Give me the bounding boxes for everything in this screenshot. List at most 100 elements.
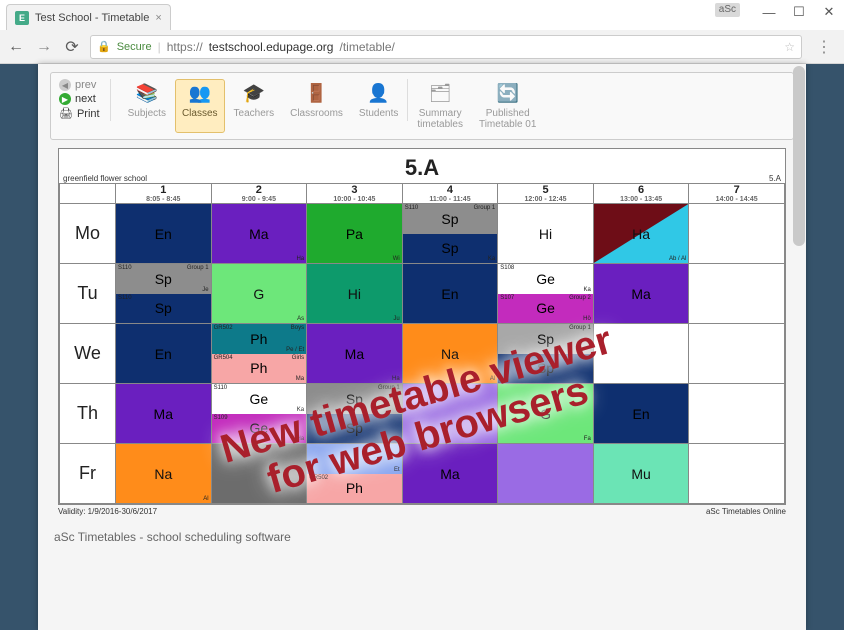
day-th: Th [60,384,116,444]
tab-close-icon[interactable]: × [155,12,161,24]
mo-3[interactable]: PaWi [307,204,403,264]
toolbar-item-published[interactable]: 🔄Published Timetable 01 [472,79,543,133]
tu-1[interactable]: S110Group 1SpJe S110Sp [116,264,212,324]
tu-6[interactable]: Ma [593,264,689,324]
we-4[interactable]: NaAl [402,324,498,384]
prev-button[interactable]: ◀ prev [59,79,100,91]
mo-7 [689,204,785,264]
brand-text: aSc Timetables Online [706,507,786,516]
print-icon: 🖨 [59,107,73,120]
toolbar-item-students[interactable]: 👤Students [352,79,405,133]
toolbar-item-classrooms[interactable]: 🚪Classrooms [283,79,350,133]
summary-icon: 🗂 [428,82,452,106]
row-mo: Mo En MaHa PaWi Group 1S110Sp SpKa Hi Ha… [60,204,785,264]
period-5-head: 512:00 - 12:45 [498,184,594,204]
next-button[interactable]: ▶ next [59,93,100,105]
classes-icon: 👥 [188,82,212,106]
address-bar: ← → ⟳ 🔒 Secure | https://testschool.edup… [0,30,844,64]
row-we: We En GR502BoysPhPe / Et GR504GirlsPhMa … [60,324,785,384]
bookmark-icon[interactable]: ☆ [784,40,795,54]
footer-note: aSc Timetables - school scheduling softw… [54,530,790,544]
school-name: greenfield flower school [63,174,147,183]
fr-3[interactable]: Et GR502Ph [307,444,403,504]
mo-2[interactable]: MaHa [211,204,307,264]
timetable-grid: 18:05 - 8:45 29:00 - 9:45 310:00 - 10:45… [59,183,785,504]
url-host: testschool.edupage.org [209,40,334,54]
timetable-title: 5.A [405,155,439,180]
forward-button[interactable]: → [34,38,54,56]
fr-1[interactable]: NaAl [116,444,212,504]
we-7 [689,324,785,384]
fr-4[interactable]: Ma [402,444,498,504]
we-5[interactable]: Group 1Sp Sp [498,324,594,384]
timetable-title-row: greenfield flower school 5.A 5.A [59,149,785,183]
fr-7 [689,444,785,504]
tu-4[interactable]: En [402,264,498,324]
toolbar-item-classes[interactable]: 👥Classes [175,79,225,133]
toolbar-item-subjects[interactable]: 📚Subjects [121,79,173,133]
period-1-head: 18:05 - 8:45 [116,184,212,204]
corner-cell [60,184,116,204]
validity-row: Validity: 1/9/2016-30/6/2017 aSc Timetab… [58,507,786,516]
day-we: We [60,324,116,384]
mo-5[interactable]: Hi [498,204,594,264]
tu-2[interactable]: GAs [211,264,307,324]
next-icon: ▶ [59,93,71,105]
tu-5[interactable]: S108GeKa S107Group 2GeHö [498,264,594,324]
toolbar-item-teachers[interactable]: 🎓Teachers [227,79,282,133]
we-2[interactable]: GR502BoysPhPe / Et GR504GirlsPhMa [211,324,307,384]
next-label: next [75,93,96,105]
validity-text: Validity: 1/9/2016-30/6/2017 [58,507,157,516]
fr-6[interactable]: Mu [593,444,689,504]
period-3-head: 310:00 - 10:45 [307,184,403,204]
tu-7 [689,264,785,324]
close-button[interactable]: ✕ [814,0,844,24]
toolbar-item-label: Teachers [234,108,275,119]
tu-3[interactable]: HiJu [307,264,403,324]
print-label: Print [77,108,100,120]
prev-icon: ◀ [59,79,71,91]
tab-favicon: E [15,11,29,25]
url-scheme: https:// [167,40,203,54]
th-5[interactable]: GFa [498,384,594,444]
period-7-head: 714:00 - 14:45 [689,184,785,204]
toolbar-item-label: Classrooms [290,108,343,119]
toolbar-item-label: Subjects [128,108,166,119]
class-label: 5.A [769,174,781,183]
page-content: ◀ prev ▶ next 🖨 Print 📚Subjects👥Classes🎓… [38,64,806,630]
th-3[interactable]: Group 1Sp Sp [307,384,403,444]
fr-5[interactable] [498,444,594,504]
minimize-button[interactable]: — [754,0,784,24]
reload-button[interactable]: ⟳ [62,37,82,57]
toolbar-separator [110,79,111,121]
toolbar-item-label: Summary timetables [417,108,463,130]
maximize-button[interactable]: ☐ [784,0,814,24]
mo-6[interactable]: HaAb / Al [593,204,689,264]
page-viewport: ◀ prev ▶ next 🖨 Print 📚Subjects👥Classes🎓… [0,64,844,630]
period-4-head: 411:00 - 11:45 [402,184,498,204]
prev-label: prev [75,79,96,91]
browser-tab[interactable]: E Test School - Timetable × [6,4,171,30]
vertical-scrollbar[interactable] [793,66,805,246]
toolbar-item-summary[interactable]: 🗂Summary timetables [410,79,470,133]
print-button[interactable]: 🖨 Print [59,107,100,120]
we-3[interactable]: MaHa [307,324,403,384]
th-4[interactable] [402,384,498,444]
th-2[interactable]: S110GeKa S109GeHa [211,384,307,444]
browser-titlebar: E Test School - Timetable × aSc — ☐ ✕ [0,0,844,30]
th-1[interactable]: Ma [116,384,212,444]
th-6[interactable]: En [593,384,689,444]
fr-2[interactable] [211,444,307,504]
th-7 [689,384,785,444]
we-1[interactable]: En [116,324,212,384]
toolbar-nav: ◀ prev ▶ next 🖨 Print [59,79,100,120]
browser-menu-icon[interactable]: ⋮ [810,37,838,57]
mo-4[interactable]: Group 1S110Sp SpKa [402,204,498,264]
toolbar-separator [407,79,408,121]
day-mo: Mo [60,204,116,264]
mo-1[interactable]: En [116,204,212,264]
url-field[interactable]: 🔒 Secure | https://testschool.edupage.or… [90,35,802,59]
back-button[interactable]: ← [6,38,26,56]
row-tu: Tu S110Group 1SpJe S110Sp GAs HiJu En S1… [60,264,785,324]
lock-icon: 🔒 [97,40,111,53]
